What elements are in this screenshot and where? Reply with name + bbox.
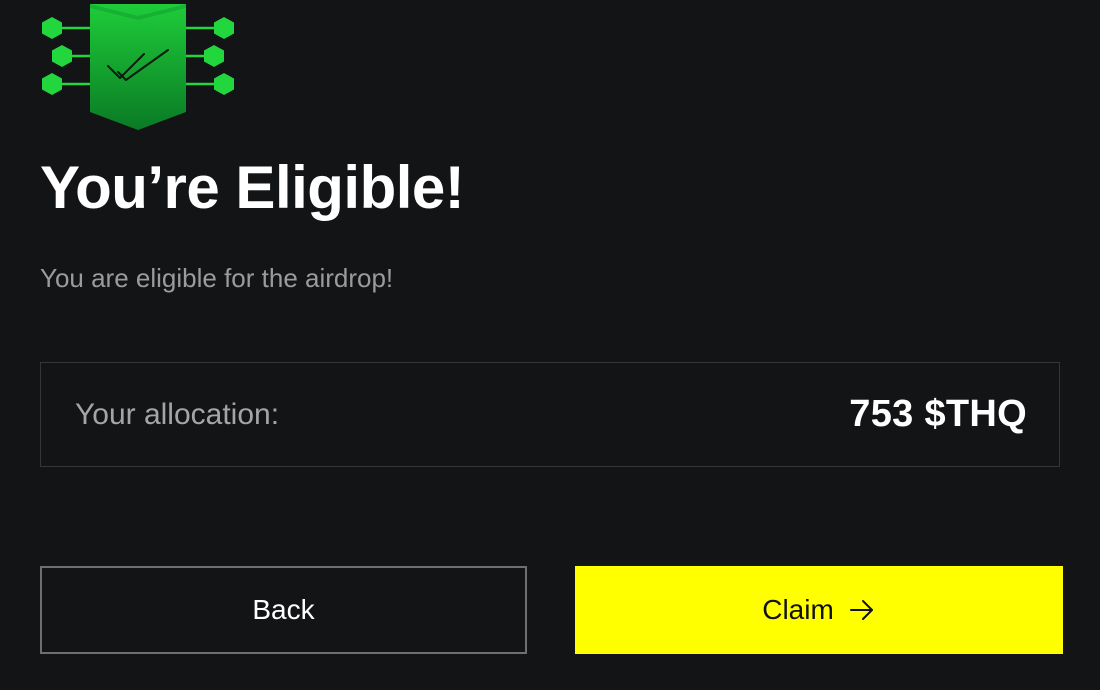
allocation-value: 753 $THQ (849, 393, 1027, 435)
back-button-label: Back (252, 594, 315, 625)
claim-button-label: Claim (762, 594, 834, 625)
shield-check-icon (42, 0, 234, 130)
allocation-card: Your allocation: 753 $THQ (40, 362, 1060, 467)
allocation-label: Your allocation: (75, 397, 280, 431)
claim-button[interactable]: Claim (575, 566, 1063, 654)
page-title: You’re Eligible! (40, 154, 465, 221)
back-button[interactable]: Back (40, 566, 527, 654)
page-subtitle: You are eligible for the airdrop! (40, 263, 394, 293)
arrow-right-icon (849, 600, 873, 620)
eligibility-panel: You’re Eligible! You are eligible for th… (0, 0, 1100, 690)
